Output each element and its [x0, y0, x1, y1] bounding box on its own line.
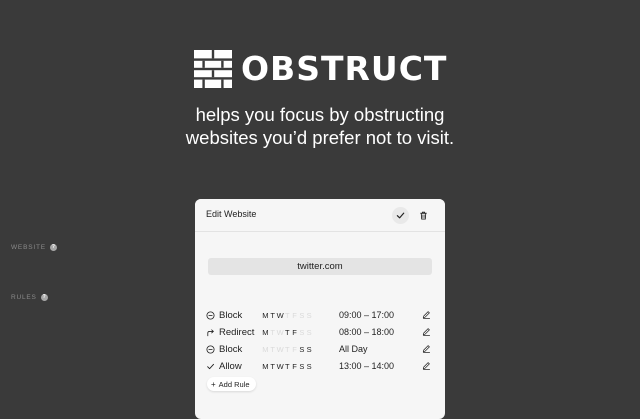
rule-action-label: Block — [219, 309, 243, 321]
rule-action-label: Allow — [219, 360, 242, 372]
rule-time[interactable]: 08:00 – 18:00 — [339, 325, 394, 339]
day-toggle[interactable]: S — [306, 345, 313, 354]
rule-time[interactable]: 09:00 – 17:00 — [339, 308, 394, 322]
day-toggle[interactable]: T — [284, 362, 291, 371]
day-toggle[interactable]: F — [291, 328, 298, 337]
rule-action-label: Redirect — [219, 326, 255, 338]
day-toggle[interactable]: T — [269, 328, 276, 337]
rule-days: M T W T F S S — [262, 342, 313, 356]
plus-icon: + — [211, 379, 216, 389]
info-icon[interactable]: ? — [49, 244, 57, 251]
tagline: helps you focus by obstructing websites … — [0, 103, 640, 149]
day-toggle[interactable]: T — [284, 311, 291, 320]
day-toggle[interactable]: S — [306, 362, 313, 371]
rule-days: M T W T F S S — [262, 359, 313, 373]
day-toggle[interactable]: T — [269, 311, 276, 320]
day-toggle[interactable]: S — [298, 345, 305, 354]
rule-time[interactable]: 13:00 – 14:00 — [339, 359, 394, 373]
add-rule-button[interactable]: + Add Rule — [207, 377, 256, 391]
rule-row: Block M T W T F S S 09:00 – 17:00 — [201, 308, 441, 322]
brand-name: OBSTRUCT — [241, 49, 448, 88]
tagline-line-1: helps you focus by obstructing — [195, 104, 445, 125]
rule-row: Block M T W T F S S All Day — [201, 342, 441, 356]
check-icon — [205, 361, 215, 371]
delete-button[interactable] — [415, 207, 432, 224]
day-toggle[interactable]: M — [262, 328, 269, 337]
rule-days: M T W T F S S — [262, 325, 313, 339]
rule-action-select[interactable]: Allow — [205, 359, 242, 373]
day-toggle[interactable]: F — [291, 345, 298, 354]
rule-action-select[interactable]: Block — [205, 308, 242, 322]
rule-time[interactable]: All Day — [339, 342, 368, 356]
day-toggle[interactable]: T — [284, 328, 291, 337]
trash-icon — [420, 211, 427, 220]
rule-row: Redirect M T W T F S S 08:00 – 18:00 — [201, 325, 441, 339]
website-label-text: WEBSITE — [11, 244, 46, 251]
minus-circle-icon — [205, 344, 215, 354]
day-toggle[interactable]: M — [262, 345, 269, 354]
day-toggle[interactable]: M — [262, 311, 269, 320]
day-toggle[interactable]: T — [269, 345, 276, 354]
rules-section-label: RULES ? — [11, 294, 48, 301]
website-section-label: WEBSITE ? — [11, 244, 57, 251]
day-toggle[interactable]: W — [277, 345, 284, 354]
check-icon — [396, 212, 405, 219]
day-toggle[interactable]: F — [291, 362, 298, 371]
pencil-icon[interactable] — [422, 344, 432, 354]
panel-header: Edit Website — [195, 199, 445, 232]
brand-logo: OBSTRUCT — [194, 50, 447, 88]
day-toggle[interactable]: W — [277, 362, 284, 371]
info-icon[interactable]: ? — [40, 294, 48, 301]
day-toggle[interactable]: S — [298, 328, 305, 337]
pencil-icon[interactable] — [422, 310, 432, 320]
day-toggle[interactable]: S — [306, 311, 313, 320]
website-input[interactable] — [208, 258, 432, 275]
day-toggle[interactable]: S — [306, 328, 313, 337]
pencil-icon[interactable] — [422, 361, 432, 371]
day-toggle[interactable]: M — [262, 362, 269, 371]
day-toggle[interactable]: T — [269, 362, 276, 371]
rule-action-select[interactable]: Block — [205, 342, 242, 356]
rule-action-label: Block — [219, 343, 243, 355]
day-toggle[interactable]: F — [291, 311, 298, 320]
rules-label-text: RULES — [11, 294, 37, 301]
day-toggle[interactable]: S — [298, 311, 305, 320]
day-toggle[interactable]: W — [277, 311, 284, 320]
brick-wall-icon — [194, 50, 232, 88]
rule-days: M T W T F S S — [262, 308, 313, 322]
rule-action-select[interactable]: Redirect — [205, 325, 254, 339]
add-rule-label: Add Rule — [218, 379, 250, 389]
day-toggle[interactable]: W — [277, 328, 284, 337]
redirect-arrow-icon — [205, 327, 215, 337]
confirm-button[interactable] — [392, 207, 409, 224]
day-toggle[interactable]: T — [284, 345, 291, 354]
day-toggle[interactable]: S — [298, 362, 305, 371]
pencil-icon[interactable] — [422, 327, 432, 337]
minus-circle-icon — [205, 310, 215, 320]
panel-title: Edit Website — [206, 209, 257, 219]
rule-row: Allow M T W T F S S 13:00 – 14:00 — [201, 359, 441, 373]
tagline-line-2: websites you’d prefer not to visit. — [185, 127, 455, 148]
